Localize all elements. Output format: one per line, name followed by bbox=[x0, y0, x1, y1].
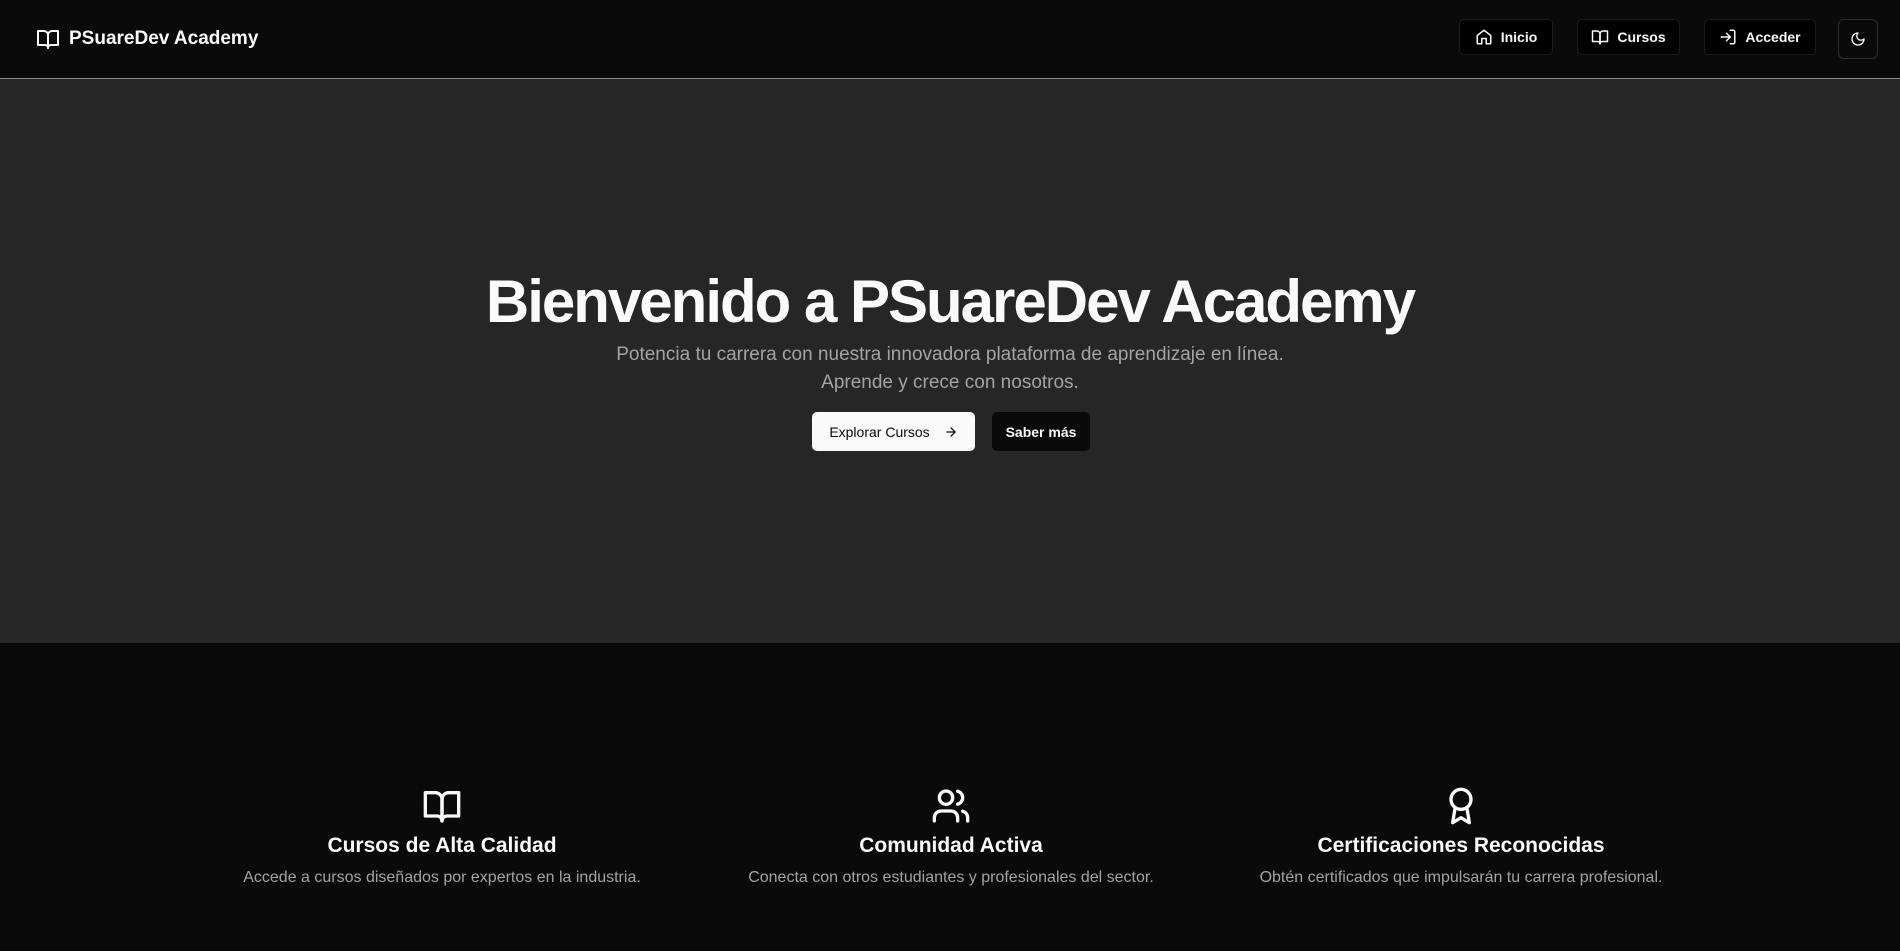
brand-link[interactable]: PSuareDev Academy bbox=[36, 26, 258, 52]
feature-title: Comunidad Activa bbox=[859, 834, 1043, 857]
book-open-icon bbox=[423, 791, 461, 823]
nav-acceder-button[interactable]: Acceder bbox=[1704, 19, 1816, 55]
feature-description: Obtén certificados que impulsarán tu car… bbox=[1259, 869, 1663, 886]
nav-inicio-label: Inicio bbox=[1500, 29, 1538, 45]
feature-title: Certificaciones Reconocidas bbox=[1317, 834, 1605, 857]
feature-description: Accede a cursos diseñados por expertos e… bbox=[243, 869, 641, 886]
nav-inicio-button[interactable]: Inicio bbox=[1459, 19, 1553, 55]
hero-subtitle-line-2: Aprende y crece con nosotros. bbox=[821, 372, 1079, 393]
book-open-icon bbox=[37, 30, 59, 49]
nav-cursos-button[interactable]: Cursos bbox=[1577, 19, 1680, 55]
moon-icon bbox=[1851, 32, 1865, 46]
explore-courses-button[interactable]: Explorar Cursos bbox=[812, 412, 975, 451]
learn-more-button[interactable]: Saber más bbox=[992, 412, 1090, 451]
book-open-icon bbox=[1592, 30, 1609, 45]
nav-acceder-label: Acceder bbox=[1745, 29, 1801, 45]
features-section: Cursos de Alta Calidad Accede a cursos d… bbox=[0, 643, 1900, 951]
award-icon bbox=[1449, 787, 1473, 825]
hero-section: Bienvenido a PSuareDev Academy Potencia … bbox=[0, 79, 1900, 643]
explore-courses-label: Explorar Cursos bbox=[829, 423, 930, 440]
home-icon bbox=[1476, 29, 1492, 45]
theme-toggle-button[interactable] bbox=[1838, 19, 1878, 59]
learn-more-label: Saber más bbox=[1005, 423, 1077, 440]
brand-name: PSuareDev Academy bbox=[69, 28, 259, 49]
hero-subtitle: Potencia tu carrera con nuestra innovado… bbox=[0, 341, 1900, 397]
feature-title: Cursos de Alta Calidad bbox=[327, 834, 557, 857]
feature-card-courses: Cursos de Alta Calidad Accede a cursos d… bbox=[192, 786, 692, 887]
top-navbar: PSuareDev Academy Inicio Cursos Acceder bbox=[0, 0, 1900, 79]
log-in-icon bbox=[1720, 29, 1736, 45]
feature-description: Conecta con otros estudiantes y profesio… bbox=[748, 869, 1154, 886]
hero-subtitle-line-1: Potencia tu carrera con nuestra innovado… bbox=[616, 344, 1284, 365]
feature-card-certifications: Certificaciones Reconocidas Obtén certif… bbox=[1211, 786, 1711, 887]
users-icon bbox=[932, 789, 970, 823]
feature-card-community: Comunidad Activa Conecta con otros estud… bbox=[701, 786, 1201, 887]
nav-cursos-label: Cursos bbox=[1617, 29, 1666, 45]
arrow-right-icon bbox=[945, 426, 956, 437]
hero-title: Bienvenido a PSuareDev Academy bbox=[485, 268, 1416, 335]
